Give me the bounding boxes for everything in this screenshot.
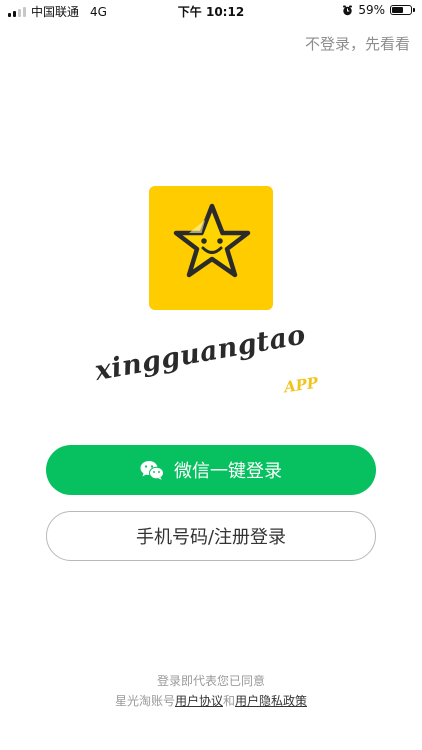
smiling-star-icon (173, 203, 251, 278)
agreement-prefix: 星光淘账号 (114, 694, 175, 708)
agreement-line1: 登录即代表您已同意 (156, 674, 265, 688)
agreement-conjunction: 和 (223, 694, 236, 708)
privacy-policy-link[interactable]: 用户隐私政策 (235, 694, 307, 708)
brand-app-tag: APP (282, 373, 320, 397)
wechat-login-label: 微信一键登录 (174, 461, 282, 482)
user-agreement-link[interactable]: 用户协议 (175, 694, 223, 708)
wechat-login-button[interactable]: 微信一键登录 (46, 445, 376, 495)
status-bar: 中国联通 4G 下午 10:12 59% (0, 0, 422, 22)
battery-percent: 59% (358, 3, 385, 17)
phone-login-label: 手机号码/注册登录 (135, 527, 287, 548)
alarm-icon (343, 5, 353, 15)
agreement-notice: 登录即代表您已同意 星光淘账号用户协议和用户隐私政策 (0, 671, 422, 711)
brand-name: xingguangtao (92, 319, 309, 387)
app-logo (149, 186, 273, 310)
status-right: 59% (342, 3, 415, 17)
skip-login-link[interactable]: 不登录，先看看 (305, 33, 410, 54)
agreement-line2: 星光淘账号用户协议和用户隐私政策 (0, 691, 422, 711)
wechat-icon (140, 461, 164, 480)
brand-wordmark: xingguangtao APP (92, 319, 342, 410)
phone-login-button[interactable]: 手机号码/注册登录 (46, 511, 376, 561)
battery-fill (392, 7, 403, 13)
battery-icon (390, 5, 415, 15)
login-screen: 中国联通 4G 下午 10:12 59% 不登录，先看看 xingguangta… (0, 0, 422, 750)
